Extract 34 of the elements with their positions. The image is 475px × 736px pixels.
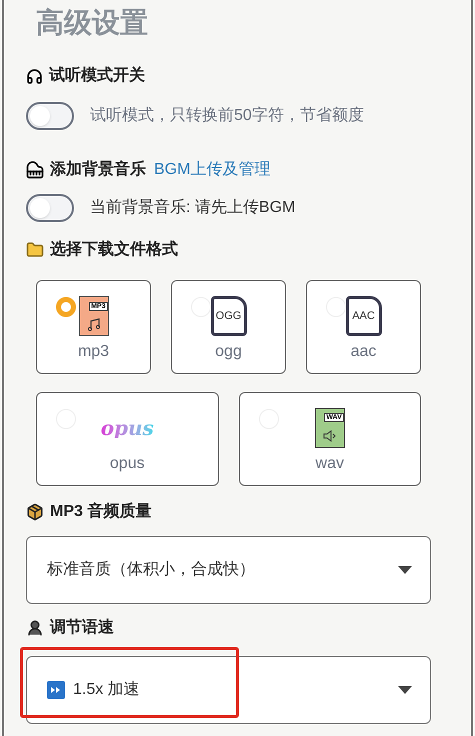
piano-icon [26, 161, 44, 179]
format-label: wav [316, 456, 344, 472]
section-heading: 选择下载文件格式 [50, 239, 178, 260]
section-heading: 添加背景音乐 [50, 159, 146, 180]
preview-description: 试听模式，只转换前50字符，节省额度 [90, 106, 364, 126]
bgm-description: 当前背景音乐: 请先上传BGM [90, 198, 296, 218]
dropdown-caret-icon [398, 566, 412, 574]
package-icon [26, 503, 44, 521]
quality-select[interactable]: 标准音质（体积小，合成快） [26, 536, 431, 604]
dropdown-caret-icon [398, 686, 412, 694]
file-icon: OGG [210, 296, 246, 336]
format-option[interactable]: OGG ogg [171, 280, 286, 374]
speed-select[interactable]: 1.5x 加速 [26, 656, 431, 724]
format-label: ogg [215, 344, 242, 360]
format-option[interactable]: opus opus [36, 392, 218, 486]
quality-value: 标准音质（体积小，合成快） [47, 560, 255, 580]
bgm-manage-link[interactable]: BGM上传及管理 [154, 158, 270, 182]
fast-forward-icon [47, 681, 65, 699]
toggle-switch[interactable] [26, 194, 74, 222]
headphones-icon [26, 68, 43, 84]
file-icon: AAC [346, 296, 382, 336]
format-label: mp3 [78, 344, 110, 360]
page-title: 高级设置 [36, 9, 148, 37]
format-label: opus [110, 456, 145, 472]
format-option[interactable]: AAC aac [306, 280, 421, 374]
person-icon [26, 619, 44, 637]
radio-button[interactable] [56, 297, 76, 317]
section-heading: 调节语速 [50, 618, 114, 638]
format-label: aac [350, 344, 376, 360]
folder-icon [26, 241, 44, 259]
section-heading: MP3 音频质量 [50, 501, 152, 522]
toggle-switch[interactable] [26, 102, 74, 130]
speed-value: 1.5x 加速 [73, 680, 140, 700]
section-heading: 试听模式开关 [49, 65, 145, 86]
